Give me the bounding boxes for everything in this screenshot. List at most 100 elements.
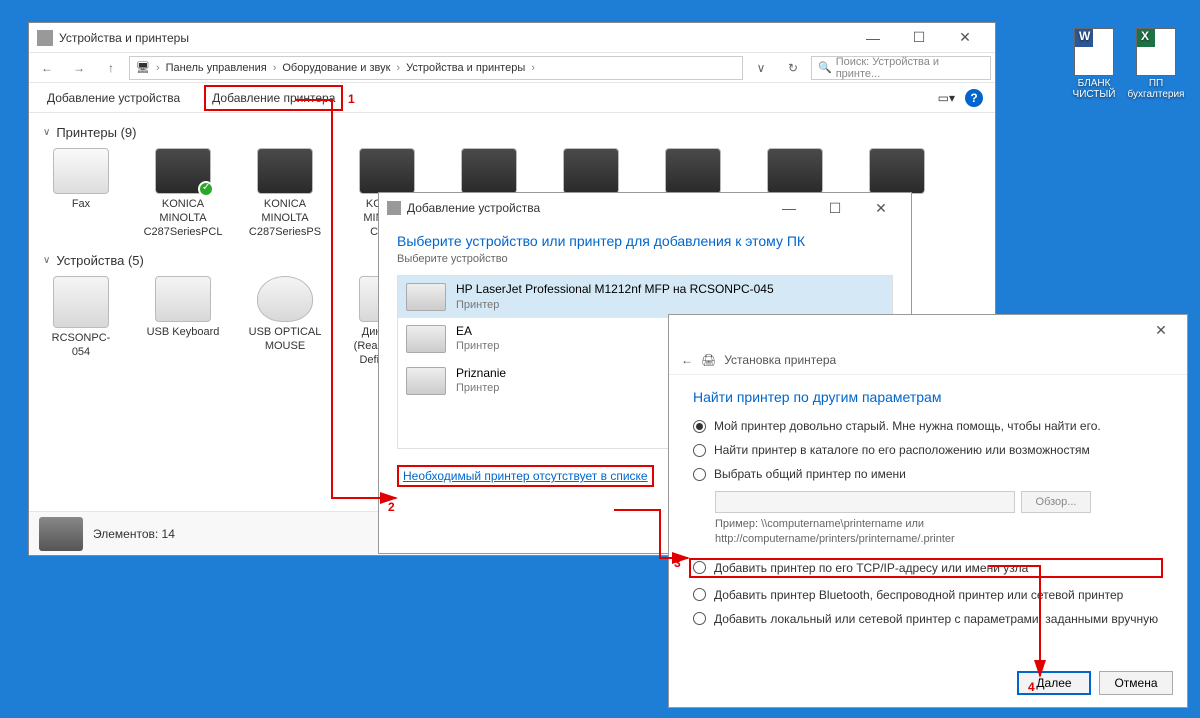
annotation-3: 3 <box>674 556 681 570</box>
printer-icon <box>406 283 446 311</box>
toolbar: Добавление устройства Добавление принтер… <box>29 83 995 113</box>
radio-old-printer[interactable]: Мой принтер довольно старый. Мне нужна п… <box>693 419 1163 433</box>
help-icon[interactable]: ? <box>965 89 983 107</box>
titlebar: Устройства и принтеры — ☐ ✕ <box>29 23 995 53</box>
maximize-button[interactable]: ☐ <box>813 194 857 222</box>
dialog-crumb-title: Установка принтера <box>724 353 836 367</box>
printer-item[interactable]: Fax <box>43 148 119 239</box>
radio-icon <box>693 444 706 457</box>
search-placeholder: Поиск: Устройства и принте... <box>836 56 984 80</box>
device-item[interactable]: USB Keyboard <box>145 276 221 367</box>
item-name: EA <box>456 324 499 340</box>
close-button[interactable]: ✕ <box>859 194 903 222</box>
chevron-down-icon: ∨ <box>43 127 50 138</box>
dialog-breadcrumb: ← 🖨 Установка принтера <box>669 345 1187 375</box>
item-type: Принтер <box>456 381 506 395</box>
search-icon: 🔍 <box>818 61 832 74</box>
radio-icon <box>693 420 706 433</box>
item-label: Fax <box>72 198 90 212</box>
radio-label: Добавить принтер Bluetooth, беспроводной… <box>714 588 1123 602</box>
device-item[interactable]: RCSONPC-054 <box>43 276 119 367</box>
radio-icon <box>693 612 706 625</box>
radio-label: Мой принтер довольно старый. Мне нужна п… <box>714 419 1101 433</box>
minimize-button[interactable]: — <box>767 194 811 222</box>
radio-icon <box>693 588 706 601</box>
desktop-icon-excel[interactable]: ПП бухгалтерия <box>1128 28 1184 100</box>
maximize-button[interactable]: ☐ <box>897 24 941 52</box>
add-printer-button[interactable]: Добавление принтера <box>204 85 343 111</box>
item-label: USB Keyboard <box>147 326 220 340</box>
printer-icon <box>155 148 211 194</box>
close-button[interactable]: ✕ <box>1141 322 1181 339</box>
radio-icon <box>693 561 706 574</box>
item-label: USB OPTICAL MOUSE <box>247 326 323 354</box>
dialog-heading: Выберите устройство или принтер для доба… <box>397 233 893 249</box>
radio-local[interactable]: Добавить локальный или сетевой принтер с… <box>693 612 1163 626</box>
printer-icon <box>767 148 823 194</box>
printer-icon <box>406 325 446 353</box>
printer-icon <box>257 148 313 194</box>
radio-catalog[interactable]: Найти принтер в каталоге по его располож… <box>693 443 1163 457</box>
status-icon <box>39 517 83 551</box>
address-bar: ← → ↑ 🖥› Панель управления› Оборудование… <box>29 53 995 83</box>
file-icon <box>1136 28 1176 76</box>
breadcrumb-item[interactable]: Устройства и принтеры <box>406 62 525 74</box>
desktop-icon-word[interactable]: БЛАНК ЧИСТЫЙ <box>1066 28 1122 100</box>
item-type: Принтер <box>456 298 774 312</box>
item-label: KONICA MINOLTA C287SeriesPCL <box>144 198 223 239</box>
annotation-4: 4 <box>1028 680 1035 694</box>
keyboard-icon <box>155 276 211 322</box>
dialog-titlebar: ✕ <box>669 315 1187 345</box>
group-label: Устройства (5) <box>56 253 144 268</box>
annotation-2: 2 <box>388 500 395 514</box>
cancel-button[interactable]: Отмена <box>1099 671 1173 695</box>
printer-icon <box>359 148 415 194</box>
close-button[interactable]: ✕ <box>943 24 987 52</box>
radio-label: Добавить локальный или сетевой принтер с… <box>714 612 1158 626</box>
printer-icon <box>869 148 925 194</box>
printer-item[interactable]: KONICA MINOLTA C287SeriesPS <box>247 148 323 239</box>
printer-icon <box>461 148 517 194</box>
breadcrumb-icon: 🖥 <box>136 61 150 74</box>
group-label: Принтеры (9) <box>56 125 136 140</box>
printer-item[interactable]: KONICA MINOLTA C287SeriesPCL <box>145 148 221 239</box>
radio-shared[interactable]: Выбрать общий принтер по имени <box>693 467 1163 481</box>
back-button[interactable]: ← <box>681 353 693 367</box>
dialog-title: Добавление устройства <box>407 201 540 215</box>
radio-bluetooth[interactable]: Добавить принтер Bluetooth, беспроводной… <box>693 588 1163 602</box>
forward-button[interactable]: → <box>65 55 93 81</box>
group-header-printers[interactable]: ∨ Принтеры (9) <box>43 125 981 140</box>
icon-label: ПП бухгалтерия <box>1128 78 1185 100</box>
shared-name-input <box>715 491 1015 513</box>
item-label: KONICA MINOLTA C287SeriesPS <box>247 198 323 239</box>
refresh-button[interactable]: ↻ <box>779 55 807 81</box>
radio-label: Найти принтер в каталоге по его располож… <box>714 443 1090 457</box>
up-button[interactable]: ↑ <box>97 55 125 81</box>
browse-button: Обзор... <box>1021 491 1091 513</box>
window-icon <box>37 30 53 46</box>
mouse-icon <box>257 276 313 322</box>
breadcrumb-item[interactable]: Панель управления <box>166 62 267 74</box>
file-icon <box>1074 28 1114 76</box>
printer-not-listed-link[interactable]: Необходимый принтер отсутствует в списке <box>397 465 654 487</box>
breadcrumb[interactable]: 🖥› Панель управления› Оборудование и зву… <box>129 56 743 80</box>
printer-icon <box>563 148 619 194</box>
annotation-1: 1 <box>348 92 355 106</box>
example-text: Пример: \\computername\printername или h… <box>715 517 1163 548</box>
radio-tcpip[interactable]: Добавить принтер по его TCP/IP-адресу ил… <box>689 558 1163 578</box>
history-button[interactable]: ∨ <box>747 55 775 81</box>
printer-icon <box>665 148 721 194</box>
minimize-button[interactable]: — <box>851 24 895 52</box>
fax-icon <box>53 148 109 194</box>
list-item[interactable]: HP LaserJet Professional M1212nf MFP на … <box>398 276 892 318</box>
breadcrumb-item[interactable]: Оборудование и звук <box>282 62 390 74</box>
device-item[interactable]: USB OPTICAL MOUSE <box>247 276 323 367</box>
dialog-heading: Найти принтер по другим параметрам <box>693 389 1163 405</box>
back-button[interactable]: ← <box>33 55 61 81</box>
search-input[interactable]: 🔍 Поиск: Устройства и принте... <box>811 56 991 80</box>
window-title: Устройства и принтеры <box>59 31 189 45</box>
view-button[interactable]: ▭▾ <box>938 91 955 105</box>
add-device-button[interactable]: Добавление устройства <box>41 87 186 109</box>
dialog-icon <box>387 201 401 215</box>
item-label: RCSONPC-054 <box>43 332 119 360</box>
